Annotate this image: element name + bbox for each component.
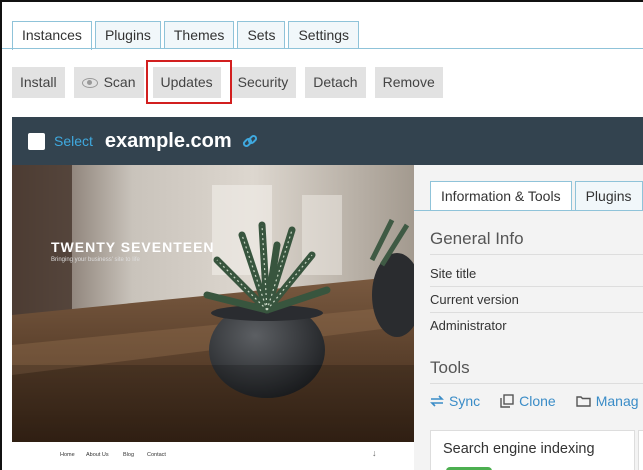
app-window: Instances Plugins Themes Sets Settings I… — [0, 0, 643, 470]
instance-header: Select example.com — [12, 117, 643, 165]
highlight-box — [146, 60, 232, 104]
divider — [430, 312, 643, 313]
current-version-label: Current version — [430, 292, 519, 307]
site-preview-image — [12, 165, 414, 442]
tools-title: Tools — [430, 358, 470, 377]
tools-row: Sync Clone Manag — [430, 393, 639, 409]
side-card — [638, 430, 643, 470]
scan-label: Scan — [103, 74, 136, 90]
preview-nav-blog: Blog — [123, 452, 135, 458]
tab-themes[interactable]: Themes — [163, 21, 235, 49]
site-title-label: Site title — [430, 266, 477, 281]
panel-tabs-divider — [414, 210, 643, 211]
divider — [430, 254, 643, 255]
tabs-divider — [2, 48, 643, 49]
seo-indexing-label: Search engine indexing — [443, 441, 595, 457]
general-info-title: General Info — [430, 229, 524, 248]
clone-button[interactable]: Clone — [500, 393, 556, 409]
eye-icon — [81, 77, 98, 88]
select-checkbox[interactable] — [28, 132, 45, 150]
tab-panel-plugins[interactable]: Plugins — [574, 181, 643, 211]
tab-information-tools[interactable]: Information & Tools — [430, 181, 572, 211]
detach-label: Detach — [313, 74, 358, 90]
tab-settings[interactable]: Settings — [288, 21, 360, 49]
theme-title: TWENTY SEVENTEEN — [51, 239, 215, 255]
arrow-down-icon: ↓ — [372, 448, 377, 458]
folder-icon — [576, 396, 591, 407]
sync-button[interactable]: Sync — [430, 393, 480, 409]
site-name: example.com — [104, 129, 232, 152]
select-link[interactable]: Select — [54, 133, 93, 149]
tab-plugins[interactable]: Plugins — [94, 21, 161, 49]
detach-button[interactable]: Detach — [305, 67, 366, 98]
administrator-label: Administrator — [430, 318, 507, 333]
tab-sets[interactable]: Sets — [237, 21, 286, 49]
link-icon[interactable] — [242, 133, 258, 149]
remove-label: Remove — [382, 74, 435, 90]
seo-indexing-card: Search engine indexing — [430, 430, 635, 470]
divider — [430, 286, 643, 287]
theme-tagline: Bringing your business' site to life — [51, 257, 140, 263]
preview-nav-contact: Contact — [147, 452, 166, 458]
preview-nav-about: About Us — [86, 452, 109, 458]
sync-icon — [430, 395, 444, 407]
install-button[interactable]: Install — [12, 67, 65, 98]
preview-nav-home: Home — [60, 452, 75, 458]
divider — [430, 383, 643, 384]
security-button[interactable]: Security — [229, 67, 297, 98]
panel-tabs: Information & Tools Plugins — [430, 181, 643, 211]
manage-label: Manag — [595, 393, 639, 409]
main-tabs: Instances Plugins Themes Sets Settings — [12, 21, 360, 50]
info-panel: Information & Tools Plugins General Info… — [414, 165, 643, 470]
manage-button[interactable]: Manag — [576, 393, 639, 409]
sync-label: Sync — [449, 393, 481, 409]
tab-instances[interactable]: Instances — [12, 21, 92, 50]
scan-button[interactable]: Scan — [73, 67, 144, 98]
preview-nav: Home About Us Blog Contact ↓ — [12, 442, 414, 470]
clone-icon — [500, 394, 514, 408]
remove-button[interactable]: Remove — [374, 67, 443, 98]
security-label: Security — [237, 74, 289, 90]
clone-label: Clone — [519, 393, 556, 409]
install-label: Install — [20, 74, 57, 90]
